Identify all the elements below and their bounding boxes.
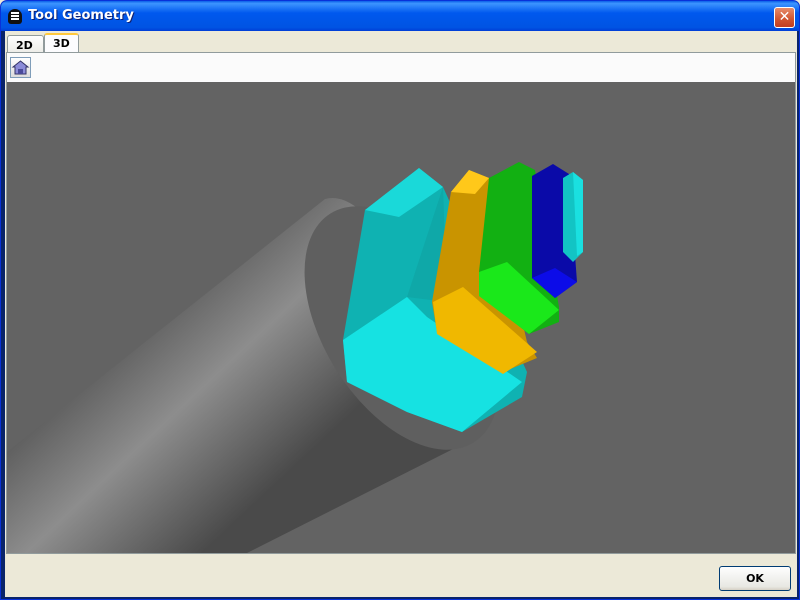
- window-title: Tool Geometry: [28, 8, 134, 23]
- tab-strip: 2D 3D: [5, 33, 797, 54]
- home-icon: [11, 60, 30, 75]
- tab-3d[interactable]: 3D: [44, 33, 79, 54]
- view-toolbar: [7, 53, 795, 81]
- close-button[interactable]: ✕: [774, 7, 795, 28]
- button-bar: OK: [5, 555, 797, 597]
- 3d-viewport[interactable]: [7, 82, 795, 553]
- app-icon: [8, 9, 22, 24]
- title-bar[interactable]: Tool Geometry ✕: [1, 1, 799, 31]
- dialog-window: Tool Geometry ✕ 2D 3D OK: [0, 0, 800, 600]
- home-view-button[interactable]: [10, 57, 31, 78]
- ok-button[interactable]: OK: [719, 566, 791, 591]
- dialog-content: 2D 3D OK: [5, 31, 797, 597]
- tab-panel-3d: [6, 52, 796, 554]
- tool-geometry-render: [7, 162, 583, 553]
